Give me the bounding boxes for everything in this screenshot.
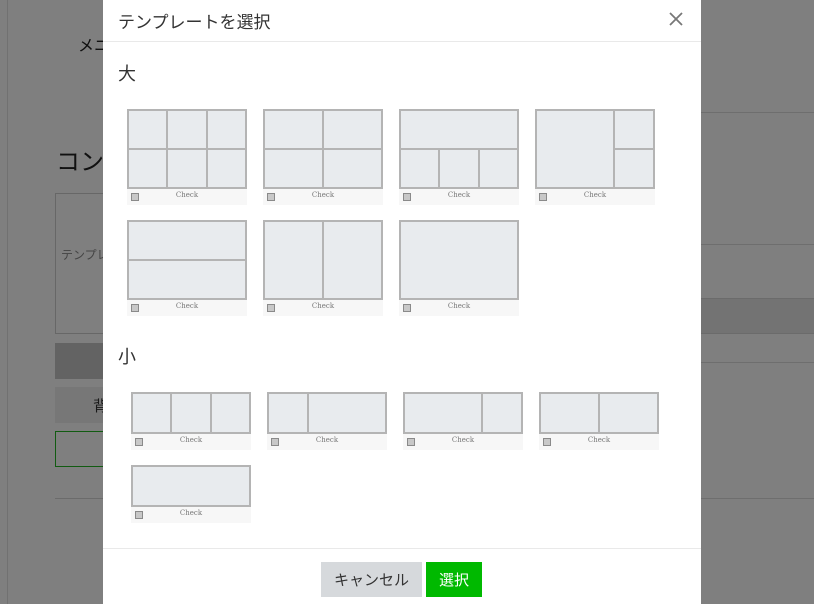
check-label: Check bbox=[175, 191, 199, 199]
template-card-large-1-3[interactable]: Check bbox=[399, 109, 519, 205]
modal-header: テンプレートを選択 bbox=[103, 0, 701, 42]
template-card-small-1-2[interactable]: Check bbox=[267, 392, 387, 450]
template-card-footer: Check bbox=[399, 300, 519, 316]
template-card-footer: Check bbox=[535, 189, 655, 205]
template-layout-preview bbox=[535, 109, 655, 189]
section-label-large: 大 bbox=[118, 64, 136, 85]
template-card-large-2-rows[interactable]: Check bbox=[127, 220, 247, 316]
template-card-footer: Check bbox=[267, 434, 387, 450]
template-card-small-1[interactable]: Check bbox=[131, 465, 251, 523]
template-card-footer: Check bbox=[263, 300, 383, 316]
template-card-small-3[interactable]: Check bbox=[131, 392, 251, 450]
template-layout-preview bbox=[131, 465, 251, 507]
template-layout-preview bbox=[263, 109, 383, 189]
section-label-small: 小 bbox=[118, 347, 136, 368]
check-label: Check bbox=[451, 436, 475, 444]
check-label: Check bbox=[311, 302, 335, 310]
check-label: Check bbox=[315, 436, 339, 444]
template-card-large-4[interactable]: Check bbox=[263, 109, 383, 205]
template-card-large-6[interactable]: Check bbox=[127, 109, 247, 205]
template-layout-preview bbox=[131, 392, 251, 434]
template-card-footer: Check bbox=[403, 434, 523, 450]
template-layout-preview bbox=[263, 220, 383, 300]
template-card-footer: Check bbox=[399, 189, 519, 205]
modal-footer: キャンセル 選択 bbox=[103, 548, 701, 604]
template-layout-preview bbox=[127, 220, 247, 300]
modal-title: テンプレートを選択 bbox=[118, 13, 271, 33]
template-card-small-2[interactable]: Check bbox=[539, 392, 659, 450]
close-button[interactable] bbox=[665, 8, 687, 30]
template-card-small-2-1[interactable]: Check bbox=[403, 392, 523, 450]
template-layout-preview bbox=[539, 392, 659, 434]
template-card-footer: Check bbox=[131, 434, 251, 450]
check-label: Check bbox=[447, 191, 471, 199]
select-button[interactable]: 選択 bbox=[426, 562, 482, 597]
template-layout-preview bbox=[127, 109, 247, 189]
check-label: Check bbox=[311, 191, 335, 199]
template-layout-preview bbox=[403, 392, 523, 434]
check-label: Check bbox=[583, 191, 607, 199]
template-select-modal: テンプレートを選択 大 Check Check Check Check Chec… bbox=[103, 0, 701, 604]
template-card-footer: Check bbox=[127, 300, 247, 316]
template-layout-preview bbox=[399, 220, 519, 300]
check-label: Check bbox=[179, 509, 203, 517]
cancel-button[interactable]: キャンセル bbox=[321, 562, 422, 597]
template-card-footer: Check bbox=[263, 189, 383, 205]
template-card-large-1-2[interactable]: Check bbox=[535, 109, 655, 205]
close-icon bbox=[669, 12, 683, 26]
template-card-large-1[interactable]: Check bbox=[399, 220, 519, 316]
template-layout-preview bbox=[267, 392, 387, 434]
check-label: Check bbox=[587, 436, 611, 444]
template-card-footer: Check bbox=[127, 189, 247, 205]
check-label: Check bbox=[179, 436, 203, 444]
check-label: Check bbox=[175, 302, 199, 310]
template-card-footer: Check bbox=[539, 434, 659, 450]
template-card-large-2-cols[interactable]: Check bbox=[263, 220, 383, 316]
check-label: Check bbox=[447, 302, 471, 310]
template-card-footer: Check bbox=[131, 507, 251, 523]
template-layout-preview bbox=[399, 109, 519, 189]
